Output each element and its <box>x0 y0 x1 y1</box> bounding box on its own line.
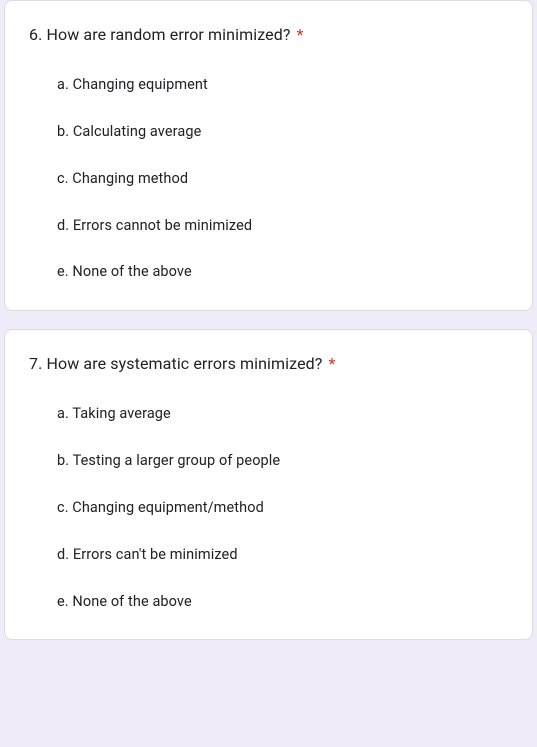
option-b[interactable]: b. Testing a larger group of people <box>57 452 508 471</box>
option-c[interactable]: c. Changing method <box>57 170 508 189</box>
required-indicator: * <box>329 354 336 373</box>
option-e[interactable]: e. None of the above <box>57 593 508 612</box>
required-indicator: * <box>297 25 304 44</box>
question-title: 6. How are random error minimized? * <box>29 25 508 44</box>
option-c[interactable]: c. Changing equipment/method <box>57 499 508 518</box>
question-text: 7. How are systematic errors minimized? <box>29 354 322 373</box>
option-b[interactable]: b. Calculating average <box>57 123 508 142</box>
question-card-6: 6. How are random error minimized? * a. … <box>4 0 533 311</box>
option-d[interactable]: d. Errors cannot be minimized <box>57 217 508 236</box>
option-e[interactable]: e. None of the above <box>57 263 508 282</box>
question-card-7: 7. How are systematic errors minimized? … <box>4 329 533 640</box>
option-a[interactable]: a. Taking average <box>57 405 508 424</box>
question-title: 7. How are systematic errors minimized? … <box>29 354 508 373</box>
option-d[interactable]: d. Errors can't be minimized <box>57 546 508 565</box>
options-list: a. Changing equipment b. Calculating ave… <box>29 76 508 282</box>
question-text: 6. How are random error minimized? <box>29 25 290 44</box>
options-list: a. Taking average b. Testing a larger gr… <box>29 405 508 611</box>
option-a[interactable]: a. Changing equipment <box>57 76 508 95</box>
